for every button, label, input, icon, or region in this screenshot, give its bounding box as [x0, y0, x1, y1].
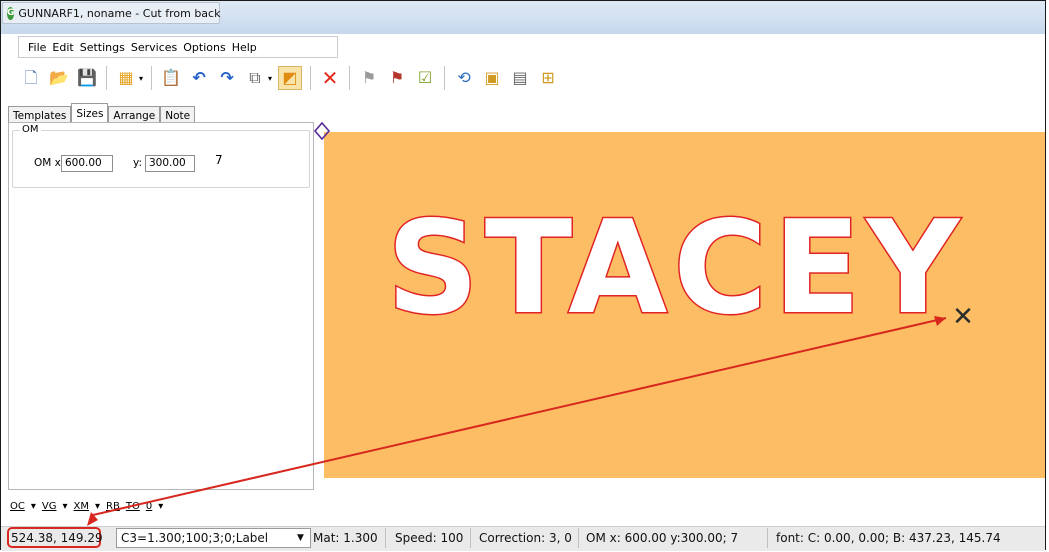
- cut-profile-value[interactable]: C3=1.300;100;3;0;Label: [121, 530, 268, 546]
- status-separator: [767, 528, 768, 548]
- cursor-coordinates: 524.38, 149.29: [11, 531, 103, 545]
- chevron-down-icon[interactable]: ▼: [297, 530, 304, 546]
- status-separator: [385, 528, 386, 548]
- status-separator: [470, 528, 471, 548]
- canvas-overlay: STACEY ✕: [87, 121, 974, 526]
- status-speed: Speed: 100: [395, 531, 464, 545]
- status-om: OM x: 600.00 y:300.00; 7: [586, 531, 739, 545]
- status-mat: Mat: 1.300: [313, 531, 378, 545]
- status-separator: [578, 528, 579, 548]
- origin-diamond-icon[interactable]: [313, 121, 331, 141]
- status-correction: Correction: 3, 0: [479, 531, 572, 545]
- cut-position-marker-icon: ✕: [952, 302, 974, 332]
- annotation-arrow: [92, 317, 947, 516]
- design-text-stacey[interactable]: STACEY: [385, 193, 966, 345]
- status-font: font: C: 0.00, 0.00; B: 437.23, 145.74: [776, 531, 1001, 545]
